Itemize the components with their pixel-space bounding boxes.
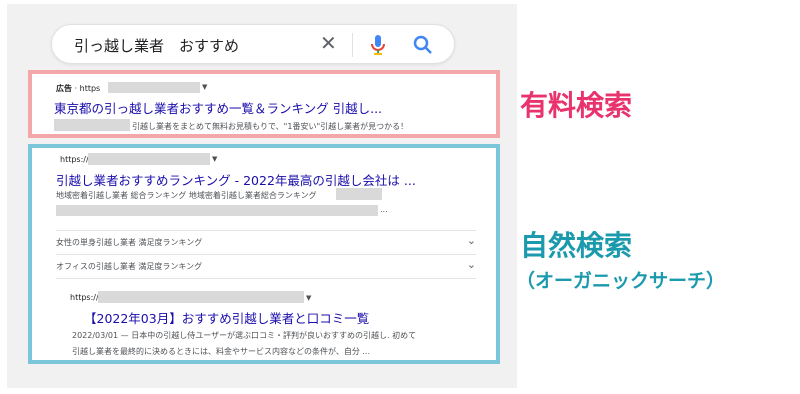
search-divider (352, 33, 353, 57)
organic-result-box: https:// ▼ 引越し業者おすすめランキング - 2022年最高の引越し会… (28, 144, 500, 364)
sub-result-description: 2022/03/01 — 日本中の引越し侍ユーザーが選ぶ口コミ・評判が良いおすす… (72, 331, 417, 340)
redacted-url (98, 291, 304, 303)
redacted-text (56, 205, 378, 216)
list-item[interactable]: オフィスの引越し業者 満足度ランキング ⌄ (56, 254, 476, 279)
chevron-down-icon[interactable]: ▼ (306, 294, 311, 302)
ad-url[interactable]: 広告 · https (56, 83, 100, 94)
ad-description: 引越し業者をまとめて無料お見積もりで、"1番安い"引越し業者が見つかる！ (132, 122, 409, 131)
search-icon[interactable] (412, 34, 434, 56)
close-icon[interactable]: ✕ (320, 31, 337, 55)
organic-search-label: 自然検索 (520, 229, 633, 262)
description-ellipsis: ... (380, 205, 388, 214)
microphone-icon[interactable] (368, 33, 388, 57)
redacted-text (54, 119, 130, 131)
sub-result-title-link[interactable]: 【2022年03月】おすすめ引越し業者と口コミ一覧 (84, 308, 369, 327)
ad-url-prefix: · https (74, 84, 101, 93)
row-label: 女性の単身引越し業者 満足度ランキング (56, 238, 203, 247)
organic-url[interactable]: https:// (60, 155, 89, 164)
search-box[interactable]: 引っ越し業者 おすすめ ✕ (51, 24, 455, 64)
row-label: オフィスの引越し業者 満足度ランキング (56, 262, 203, 271)
sub-result-url[interactable]: https:// (70, 293, 99, 302)
paid-search-label: 有料検索 (520, 89, 633, 122)
chevron-down-icon[interactable]: ⌄ (467, 258, 476, 271)
chevron-down-icon[interactable]: ▼ (212, 155, 217, 163)
chevron-down-icon[interactable]: ⌄ (467, 234, 476, 247)
organic-title-link[interactable]: 引越し業者おすすめランキング - 2022年最高の引越し会社は ... (56, 170, 416, 189)
sub-result-description: 引越し業者を最終的に決めるときには、料金やサービス内容などの条件が、自分 ... (72, 347, 371, 356)
chevron-down-icon[interactable]: ▼ (202, 83, 207, 91)
redacted-text (336, 188, 382, 200)
organic-description: 地域密着引越し業者 総合ランキング 地域密着引越し業者総合ランキング (56, 191, 317, 200)
redacted-url (88, 153, 210, 165)
paid-result-box: 広告 · https ▼ 東京都の引っ越し業者おすすめ一覧＆ランキング 引越し.… (28, 70, 500, 138)
organic-search-sublabel: （オーガニックサーチ） (516, 270, 726, 292)
search-query[interactable]: 引っ越し業者 おすすめ (74, 35, 239, 56)
divider (56, 278, 476, 280)
ad-title-link[interactable]: 東京都の引っ越し業者おすすめ一覧＆ランキング 引越し... (54, 98, 382, 117)
redacted-url (108, 82, 200, 93)
ad-label: 広告 (56, 84, 72, 93)
list-item[interactable]: 女性の単身引越し業者 満足度ランキング ⌄ (56, 230, 476, 255)
